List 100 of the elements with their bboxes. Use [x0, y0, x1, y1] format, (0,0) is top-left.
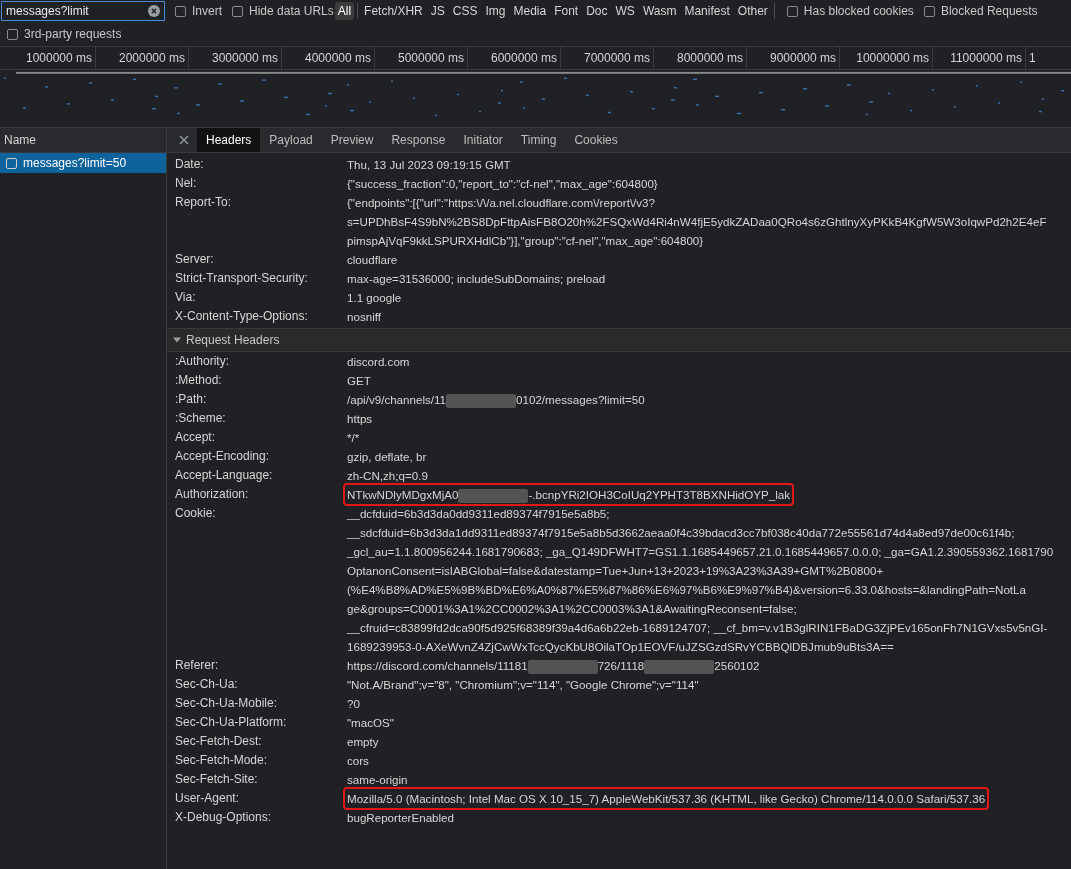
type-filter-button[interactable]: Doc — [583, 2, 611, 20]
header-name: Accept-Encoding: — [175, 448, 271, 465]
highlighted-header-value: NTkwNDlyMDgxMjA0 -.bcnpYRi2IOH3CoIUq2YPHT3T8BXNHidOYP_lak — [343, 483, 795, 506]
checkbox[interactable] — [7, 28, 18, 40]
header-name: Server: — [175, 251, 215, 268]
tab[interactable]: Headers — [197, 128, 261, 152]
header-value: max-age=31536000; includeSubDomains; preload — [346, 271, 607, 287]
tab[interactable]: Cookies — [565, 128, 627, 152]
header-name: Sec-Ch-Ua-Mobile: — [175, 695, 279, 712]
timeline-tick-label: 9000000 ms — [769, 51, 836, 65]
highlighted-header-value: Mozilla/5.0 (Macintosh; Intel Mac OS X 10_15_7) AppleWebKit/537.36 (KHTML, like Gecko) Chrome/114.0.0.0 Safari/537.36 — [343, 787, 990, 810]
document-icon — [6, 157, 17, 169]
checkbox[interactable] — [232, 5, 243, 17]
header-name: Sec-Ch-Ua: — [175, 676, 239, 693]
type-filter-button[interactable]: Wasm — [639, 2, 680, 20]
timeline-tick-label: 1000000 ms — [25, 51, 92, 65]
section-title: Request Headers — [186, 333, 280, 347]
header-name: Sec-Fetch-Site: — [175, 771, 259, 788]
header-value: GET — [346, 373, 372, 389]
checkbox[interactable] — [923, 5, 935, 17]
tab[interactable]: Initiator — [454, 128, 512, 152]
header-name: Sec-Ch-Ua-Platform: — [175, 714, 288, 731]
timeline-tick-label: 2000000 ms — [118, 51, 185, 65]
checkbox-label: Has blocked cookies — [803, 4, 914, 18]
type-filter-button[interactable]: Other — [734, 2, 771, 20]
tab[interactable]: Payload — [260, 128, 322, 152]
header-value: same-origin — [346, 772, 409, 788]
header-value: Thu, 13 Jul 2023 09:19:15 GMT — [346, 157, 512, 173]
header-value: https — [346, 411, 374, 427]
timeline-tick-label: 5000000 ms — [397, 51, 464, 65]
tab[interactable]: Timing — [511, 128, 566, 152]
triangle-icon — [173, 336, 181, 344]
checkbox-label: Invert — [192, 4, 222, 18]
header-value: ?0 — [346, 696, 361, 712]
header-value: /api/v9/channels/11 0102/messages?limit=50 — [346, 392, 646, 410]
header-value: {"success_fraction":0,"report_to":"cf-nel","max_age":604800} — [346, 176, 659, 192]
type-filter-button[interactable]: Manifest — [681, 2, 733, 20]
type-filter-button[interactable]: Media — [510, 2, 550, 20]
timeline-tick-label: 8000000 ms — [676, 51, 743, 65]
header-name: Referer: — [175, 657, 220, 674]
clear-icon[interactable] — [148, 5, 160, 17]
header-name: Accept: — [175, 429, 217, 446]
header-name: User-Agent: — [175, 790, 241, 807]
type-filter-button[interactable]: JS — [427, 2, 448, 20]
header-value: discord.com — [346, 354, 411, 370]
timeline-tick-label: 11000000 ms — [950, 51, 1022, 65]
header-name: :Path: — [175, 391, 208, 408]
checkbox[interactable] — [786, 5, 798, 17]
checkbox-label: Hide data URLs — [249, 4, 334, 18]
timeline-tick-label: 10000000 ms — [856, 51, 929, 65]
header-name: Strict-Transport-Security: — [175, 270, 309, 287]
header-name: X-Content-Type-Options: — [175, 308, 309, 325]
type-filter-button[interactable]: Fetch/XHR — [361, 2, 426, 20]
header-value: */* — [346, 430, 361, 446]
header-value: gzip, deflate, br — [346, 449, 428, 465]
redacted-block — [644, 659, 715, 674]
header-value: 1.1 google — [346, 290, 403, 306]
type-filter-button[interactable]: All — [334, 2, 355, 20]
header-value: "macOS" — [346, 715, 395, 731]
header-name: :Authority: — [175, 353, 231, 370]
header-name: Via: — [175, 289, 197, 306]
header-name: :Method: — [175, 372, 223, 389]
redacted-block — [458, 488, 529, 503]
redacted-block — [446, 393, 517, 408]
section-header[interactable]: Request Headers — [167, 328, 1071, 352]
timeline-tick-label: 6000000 ms — [490, 51, 557, 65]
close-icon[interactable] — [179, 135, 189, 145]
filter-field[interactable]: messages?limit — [1, 1, 165, 21]
header-name: X-Debug-Options: — [175, 809, 273, 826]
header-value: empty — [346, 734, 380, 750]
checkbox-label: 3rd-party requests — [24, 27, 122, 41]
checkbox-label: Blocked Requests — [940, 4, 1038, 18]
header-name: Authorization: — [175, 486, 250, 503]
header-name: :Scheme: — [175, 410, 227, 427]
type-filter-button[interactable]: Font — [551, 2, 582, 20]
timeline-tick-label: 4000000 ms — [304, 51, 371, 65]
type-filter-button[interactable]: WS — [612, 2, 638, 20]
redacted-block — [527, 659, 598, 674]
header-name: Accept-Language: — [175, 467, 274, 484]
timeline-tick-label: 1 — [1029, 51, 1036, 65]
header-name: Sec-Fetch-Dest: — [175, 733, 263, 750]
header-value: cors — [346, 753, 370, 769]
header-value: bugReporterEnabled — [346, 810, 455, 826]
header-value: nosniff — [346, 309, 382, 325]
tab[interactable]: Preview — [321, 128, 383, 152]
header-name: Report-To: — [175, 194, 233, 211]
header-value: zh-CN,zh;q=0.9 — [346, 468, 429, 484]
header-name: Nel: — [175, 175, 198, 192]
request-row[interactable]: messages?limit=50 — [0, 153, 166, 173]
header-value: "Not.A/Brand";v="8", "Chromium";v="114", "Google Chrome";v="114" — [346, 677, 700, 693]
timeline-tick-label: 3000000 ms — [211, 51, 278, 65]
tab[interactable]: Response — [382, 128, 455, 152]
type-filter-button[interactable]: Img — [482, 2, 509, 20]
checkbox[interactable] — [175, 5, 186, 17]
header-value: cloudflare — [346, 252, 399, 268]
header-value: https://discord.com/channels/11181 726/1118 2560102 — [346, 658, 761, 676]
type-filter-button[interactable]: CSS — [449, 2, 481, 20]
header-name: Date: — [175, 156, 205, 173]
column-header[interactable]: Name — [0, 128, 166, 153]
header-name: Sec-Fetch-Mode: — [175, 752, 269, 769]
